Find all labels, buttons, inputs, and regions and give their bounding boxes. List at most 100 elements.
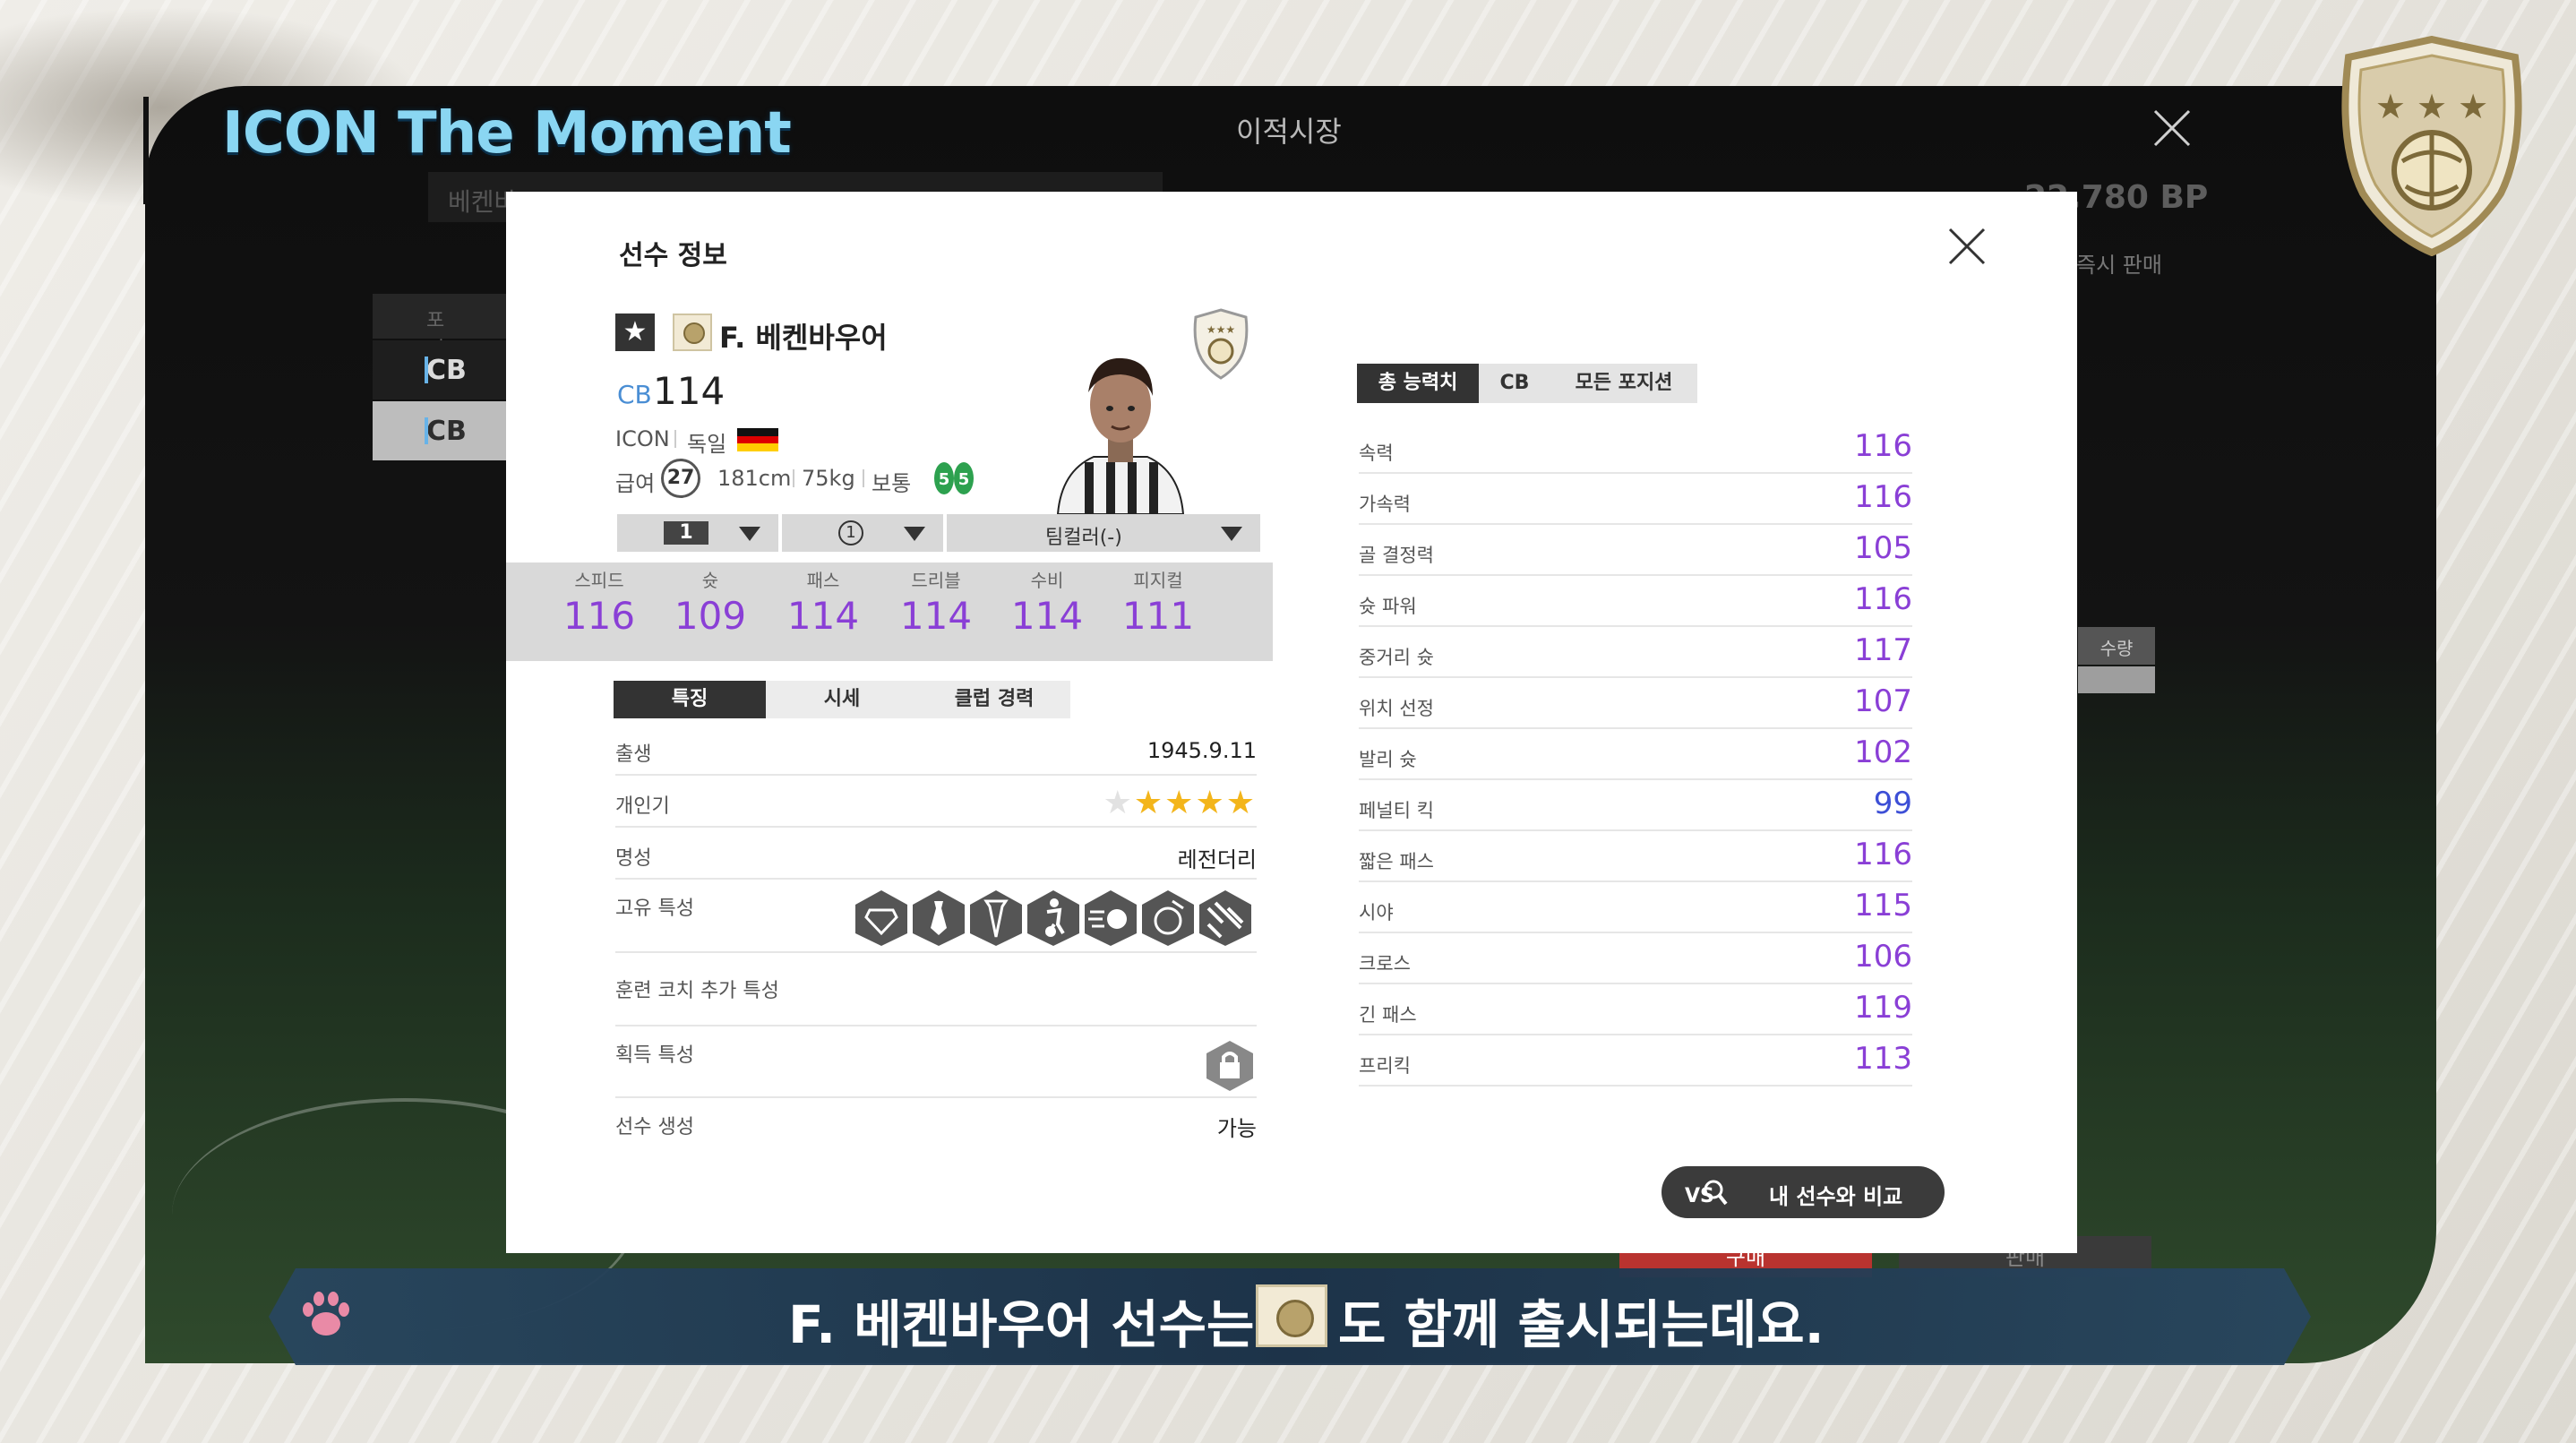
info-row-acquired-traits: 획득 특성 <box>615 1026 1257 1098</box>
stat-value: 109 <box>674 594 747 638</box>
stat-label: 피지컬 <box>1133 570 1183 591</box>
qty-cell <box>2078 666 2155 693</box>
card-type: ICON <box>615 426 670 451</box>
stat-value: 114 <box>786 594 860 638</box>
attribute-row: 위치 선정 107 <box>1359 678 1912 729</box>
quick-sell-button[interactable]: 즉시 판매 <box>2076 247 2162 279</box>
attribute-label: 속력 <box>1359 442 1394 464</box>
favorite-star-icon[interactable]: ★ <box>615 314 655 351</box>
star-icon: ★ <box>1133 785 1165 821</box>
right-foot-value: 5 <box>958 470 970 489</box>
stat-value: 111 <box>1121 594 1195 638</box>
tab-all-positions[interactable]: 모든 포지션 <box>1550 364 1697 403</box>
player-position: CB <box>617 380 652 409</box>
diamond-trait-icon <box>855 890 907 946</box>
info-row-coach-traits: 훈련 코치 추가 특성 <box>615 953 1257 1026</box>
svg-text:★ ★ ★: ★ ★ ★ <box>2375 87 2488 126</box>
attribute-value: 116 <box>1854 581 1912 617</box>
enhance-dropdown[interactable]: 1 <box>782 514 943 552</box>
star-icon: ★ <box>1195 785 1226 821</box>
attribute-label: 중거리 슛 <box>1359 647 1434 668</box>
stat-value: 114 <box>899 594 973 638</box>
attribute-row: 가속력 116 <box>1359 474 1912 525</box>
salary-badge: 27 <box>661 459 700 498</box>
subtitle-text: F. 베켄바우어 선수는 <box>788 1294 1255 1355</box>
attribute-row: 속력 116 <box>1359 423 1912 474</box>
stat-label: 패스 <box>806 570 840 591</box>
compare-label: 내 선수와 비교 <box>1769 1184 1903 1209</box>
stat-label: 수비 <box>1030 570 1064 591</box>
club-badge-icon: ★★★ <box>1193 308 1249 380</box>
attribute-label: 크로스 <box>1359 953 1411 975</box>
player-photo <box>1056 357 1185 514</box>
tab-cb[interactable]: CB <box>1479 364 1550 403</box>
vs-compare-icon: VS <box>1685 1180 1728 1207</box>
attribute-value: 117 <box>1854 632 1912 668</box>
player-trait-icon <box>1027 890 1079 946</box>
attribute-label: 위치 선정 <box>1359 698 1434 719</box>
attribute-value: 113 <box>1854 1041 1912 1077</box>
level-dropdown[interactable]: 1 <box>617 514 778 552</box>
compare-button[interactable]: VS 내 선수와 비교 <box>1662 1166 1945 1218</box>
position-item[interactable]: CB <box>373 340 507 399</box>
market-close-icon[interactable] <box>2150 106 2194 150</box>
modal-title: 선수 정보 <box>619 240 727 271</box>
tab-club-career[interactable]: 클럽 경력 <box>918 681 1070 718</box>
player-body-type: 보통 <box>872 471 912 496</box>
divider <box>863 469 864 487</box>
overlay-title: ICON The Moment <box>222 100 792 167</box>
level-value: 1 <box>664 521 708 545</box>
attribute-label: 페널티 킥 <box>1359 800 1434 821</box>
attribute-value: 115 <box>1854 888 1912 923</box>
stat-value: 116 <box>562 594 636 638</box>
attribute-value: 99 <box>1873 786 1912 821</box>
info-row-birth: 출생 1945.9.11 <box>615 726 1257 776</box>
icon-shield-badge-icon: ★ ★ ★ <box>2341 36 2522 256</box>
tab-traits[interactable]: 특징 <box>614 681 766 718</box>
player-nation: 독일 <box>687 432 727 457</box>
attribute-value: 106 <box>1854 939 1912 975</box>
attribute-row: 긴 패스 119 <box>1359 984 1912 1035</box>
attribute-row: 발리 슛 102 <box>1359 729 1912 780</box>
stat-defending: 수비 114 <box>992 566 1103 638</box>
team-color-dropdown[interactable]: 팀컬러(-) <box>947 514 1260 552</box>
birth-value: 1945.9.11 <box>1146 738 1257 763</box>
left-foot-value: 5 <box>939 470 950 489</box>
info-row-create: 선수 생성 가능 <box>615 1098 1257 1152</box>
attribute-row: 시야 115 <box>1359 882 1912 933</box>
speed-ball-trait-icon <box>1085 890 1137 946</box>
foot-rating-icon: 5 5 <box>934 462 974 494</box>
subtitle-text-end: 도 함께 출시되는데요. <box>1338 1294 1825 1355</box>
attribute-row: 짧은 패스 116 <box>1359 831 1912 882</box>
stat-shooting: 슛 109 <box>655 566 766 638</box>
salary-label: 급여 <box>615 471 656 496</box>
star-icon: ★ <box>1164 785 1196 821</box>
stat-speed: 스피드 116 <box>544 566 655 638</box>
attribute-value: 116 <box>1854 837 1912 872</box>
close-icon[interactable] <box>1945 224 1989 269</box>
tab-price[interactable]: 시세 <box>766 681 918 718</box>
lock-icon[interactable] <box>1203 1039 1257 1091</box>
tab-total-stats[interactable]: 총 능력치 <box>1357 364 1479 403</box>
birth-label: 출생 <box>615 743 652 766</box>
stat-physical: 피지컬 111 <box>1103 566 1214 638</box>
create-label: 선수 생성 <box>615 1116 694 1138</box>
ball-trait-icon <box>1142 890 1194 946</box>
svg-text:★★★: ★★★ <box>1206 323 1235 336</box>
stat-passing: 패스 114 <box>768 566 879 638</box>
skill-stars: ★★★★★ <box>1103 785 1257 821</box>
position-header: 포지션 <box>373 294 507 390</box>
attribute-value: 119 <box>1854 990 1912 1026</box>
stat-dribbling: 드리블 114 <box>880 566 992 638</box>
player-info-modal: 선수 정보 ★ F. 베켄바우어 CB 114 ICON 독일 급여 27 18… <box>506 192 2077 1253</box>
reputation-label: 명성 <box>615 847 652 870</box>
season-icon <box>673 314 712 351</box>
attribute-row: 슛 파워 116 <box>1359 576 1912 627</box>
tie-alt-trait-icon <box>970 890 1022 946</box>
trait-icons[interactable] <box>852 889 1257 948</box>
main-stats: 스피드 116 슛 109 패스 114 드리블 114 수비 114 피지컬 111 <box>506 563 1273 661</box>
attribute-label: 긴 패스 <box>1359 1004 1417 1026</box>
position-item-selected[interactable]: CB <box>373 401 507 460</box>
player-weight: 75kg <box>802 466 855 491</box>
attribute-row: 중거리 슛 117 <box>1359 627 1912 678</box>
